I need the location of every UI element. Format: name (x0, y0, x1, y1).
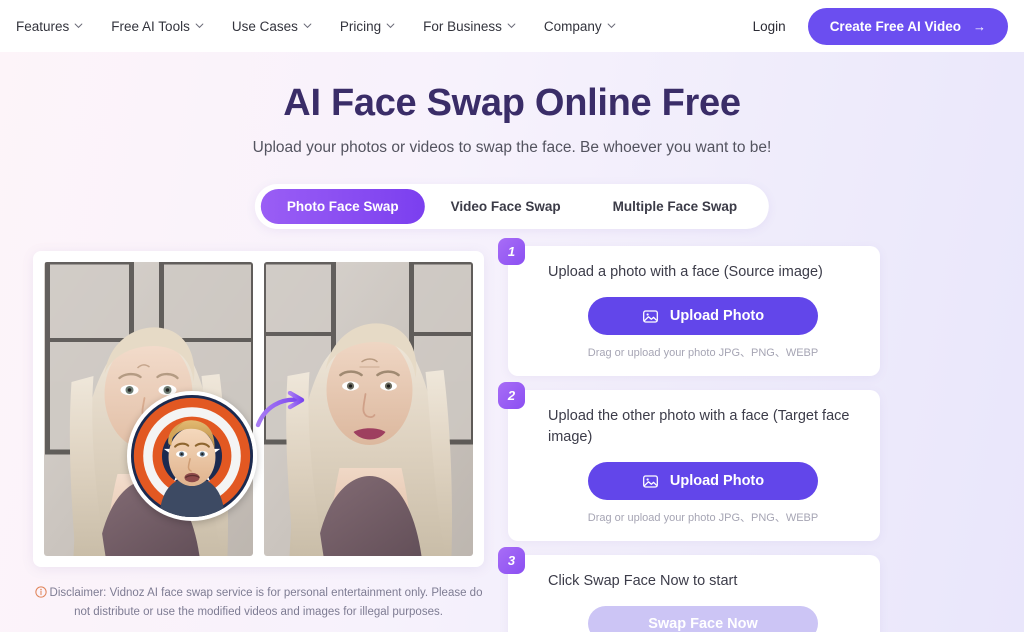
chevron-down-icon (607, 21, 616, 30)
tab-photo-face-swap[interactable]: Photo Face Swap (260, 189, 425, 224)
step-card-3: 3 Click Swap Face Now to start Swap Face… (498, 547, 880, 632)
nav-item-for-business[interactable]: For Business (409, 13, 530, 40)
nav-item-pricing[interactable]: Pricing (326, 13, 409, 40)
step-card-1: 1 Upload a photo with a face (Source ima… (498, 238, 880, 376)
chevron-down-icon (74, 21, 83, 30)
nav-item-label: Features (16, 18, 70, 34)
login-link[interactable]: Login (749, 13, 790, 40)
nav-item-label: Free AI Tools (111, 18, 190, 34)
nav-item-label: For Business (423, 18, 502, 34)
nav-item-company[interactable]: Company (530, 13, 630, 40)
disclaimer-text: Disclaimer: Vidnoz AI face swap service … (33, 585, 484, 621)
page-subtitle: Upload your photos or videos to swap the… (252, 139, 772, 156)
disclaimer-label: Disclaimer: Vidnoz AI face swap service … (49, 587, 483, 618)
chevron-down-icon (386, 21, 395, 30)
nav-item-label: Company (543, 18, 602, 34)
create-free-ai-video-button[interactable]: Create Free AI Video → (807, 7, 1008, 45)
steps-panel: 1 Upload a photo with a face (Source ima… (498, 238, 880, 632)
arrow-right-icon: → (973, 18, 986, 34)
main-navigation: Features Free AI Tools Use Cases Pricing (2, 13, 630, 40)
source-face-thumbnail (127, 391, 257, 521)
nav-item-label: Pricing (339, 18, 382, 34)
upload-hint-2: Drag or upload your photo JPG、PNG、WEBP (587, 512, 819, 524)
tab-video-face-swap[interactable]: Video Face Swap (425, 189, 587, 224)
cta-label: Create Free AI Video (829, 18, 961, 34)
preview-card (33, 251, 484, 567)
upload-source-photo-button[interactable]: Upload Photo (588, 297, 818, 335)
image-upload-icon (642, 308, 659, 325)
step-badge-3: 3 (498, 547, 525, 574)
upload-hint-1: Drag or upload your photo JPG、PNG、WEBP (587, 347, 819, 359)
step-badge-2: 2 (498, 382, 525, 409)
nav-item-label: Use Cases (231, 18, 298, 34)
upload-button-label: Upload Photo (669, 308, 765, 324)
image-upload-icon (642, 473, 659, 490)
chevron-down-icon (303, 21, 312, 30)
chevron-down-icon (507, 21, 516, 30)
step-title-1: Upload a photo with a face (Source image… (548, 264, 823, 280)
step-badge-1: 1 (498, 238, 525, 265)
header-actions: Login Create Free AI Video → (749, 7, 1008, 45)
tab-multiple-face-swap[interactable]: Multiple Face Swap (587, 189, 764, 224)
nav-item-features[interactable]: Features (2, 13, 97, 40)
step-card-2: 2 Upload the other photo with a face (Ta… (498, 382, 880, 541)
step-title-3: Click Swap Face Now to start (548, 573, 738, 589)
nav-item-use-cases[interactable]: Use Cases (218, 13, 326, 40)
swap-face-now-button[interactable]: Swap Face Now (588, 606, 818, 632)
upload-target-photo-button[interactable]: Upload Photo (588, 462, 818, 500)
step-title-2: Upload the other photo with a face (Targ… (548, 408, 850, 445)
info-circle-icon (34, 586, 47, 604)
chevron-down-icon (195, 21, 204, 30)
after-photo (264, 262, 473, 556)
page-title: AI Face Swap Online Free (283, 82, 741, 124)
nav-item-free-ai-tools[interactable]: Free AI Tools (97, 13, 218, 40)
upload-button-label: Upload Photo (669, 473, 765, 489)
site-header: Features Free AI Tools Use Cases Pricing (0, 0, 1024, 52)
face-swap-mode-tabs: Photo Face Swap Video Face Swap Multiple… (254, 184, 770, 229)
page-root: Features Free AI Tools Use Cases Pricing (0, 0, 1024, 632)
